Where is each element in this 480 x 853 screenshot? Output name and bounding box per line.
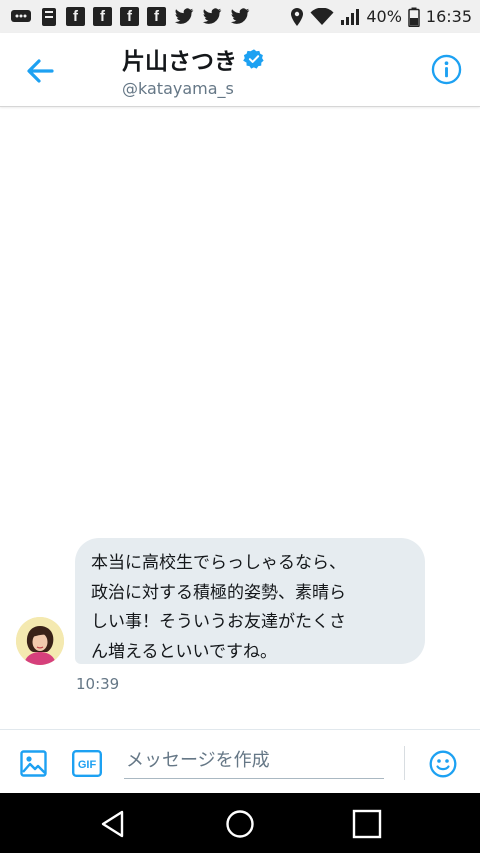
gif-icon[interactable]: GIF xyxy=(72,750,102,777)
system-icons: 40% 16:35 xyxy=(290,0,472,33)
twitter-icon xyxy=(174,8,194,24)
message-thread[interactable]: 本当に高校生でらっしゃるなら、 政治に対する積極的姿勢、素晴ら しい事！そういう… xyxy=(0,107,480,729)
message-timestamp: 10:39 xyxy=(76,675,120,693)
facebook-icon: f xyxy=(93,7,112,26)
verified-badge-icon xyxy=(243,49,264,69)
battery-icon xyxy=(408,7,420,27)
message-composer: GIF xyxy=(0,729,480,794)
avatar-image xyxy=(16,617,64,665)
battery-percent: 40% xyxy=(366,7,402,26)
twitter-icon xyxy=(230,8,250,24)
signal-icon xyxy=(341,8,360,25)
message-line: 政治に対する積極的姿勢、素晴ら xyxy=(91,582,346,603)
message-line: 本当に高校生でらっしゃるなら、 xyxy=(91,553,346,573)
message-bubble[interactable]: 本当に高校生でらっしゃるなら、 政治に対する積極的姿勢、素晴ら しい事！そういう… xyxy=(75,538,425,664)
facebook-icon: f xyxy=(120,7,139,26)
back-triangle-icon[interactable] xyxy=(98,809,128,839)
divider xyxy=(404,746,405,780)
back-arrow-icon[interactable] xyxy=(24,55,56,87)
facebook-icon: f xyxy=(147,7,166,26)
notification-icons: f f f f xyxy=(10,0,250,33)
facebook-icon: f xyxy=(66,7,85,26)
wifi-icon xyxy=(310,7,334,25)
contact-handle: @katayama_s xyxy=(122,79,234,98)
message-line: ん増えるといいですね。 xyxy=(91,641,277,662)
notebook-icon xyxy=(42,7,56,26)
location-icon xyxy=(291,7,304,26)
contact-name: 片山さつき xyxy=(122,49,237,75)
twitter-icon xyxy=(202,8,222,24)
info-icon[interactable] xyxy=(431,54,462,85)
android-nav-bar xyxy=(0,793,480,853)
message-input[interactable] xyxy=(124,742,384,779)
clock: 16:35 xyxy=(425,7,472,26)
home-circle-icon[interactable] xyxy=(225,809,255,839)
message-line: しい事！そういうお友達がたくさ xyxy=(91,612,346,632)
conversation-title[interactable]: 片山さつき @katayama_s xyxy=(122,42,265,98)
chat-bubble-icon xyxy=(11,9,31,22)
emoji-icon[interactable] xyxy=(429,750,457,778)
image-icon[interactable] xyxy=(20,750,47,777)
status-bar: f f f f 40% 16:35 xyxy=(0,0,480,33)
gif-label: GIF xyxy=(78,759,97,771)
avatar[interactable] xyxy=(16,617,64,665)
conversation-header: 片山さつき @katayama_s xyxy=(0,33,480,107)
recents-square-icon[interactable] xyxy=(352,809,382,839)
